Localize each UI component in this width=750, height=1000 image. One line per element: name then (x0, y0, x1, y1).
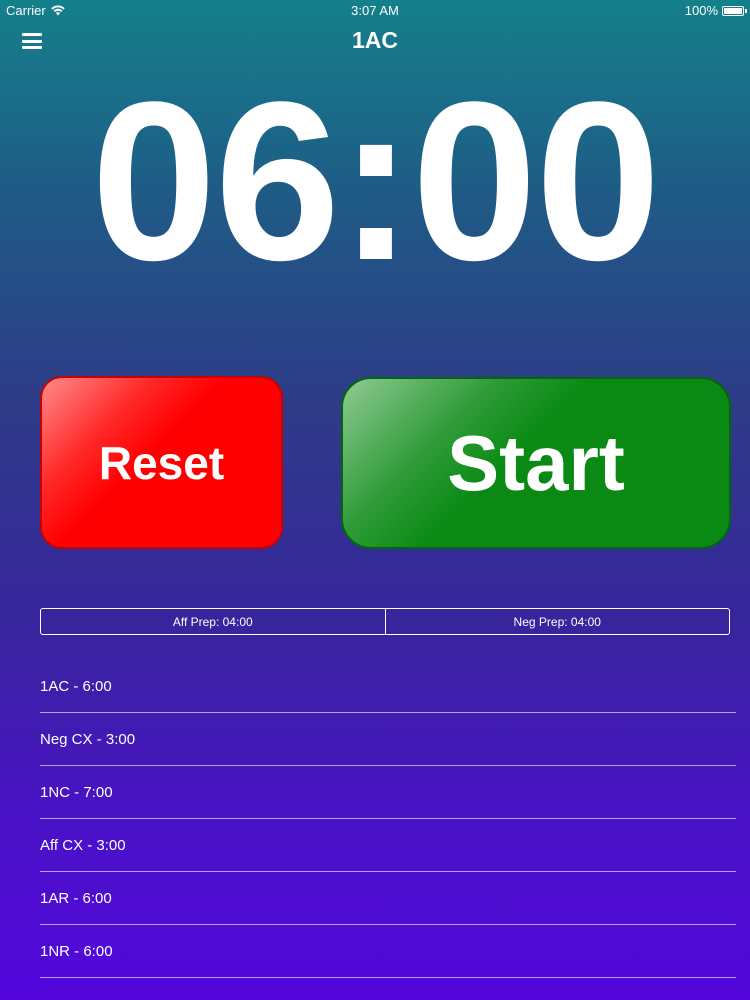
speech-list: 1AC - 6:00 Neg CX - 3:00 1NC - 7:00 Aff … (40, 660, 736, 978)
speech-item-1nr[interactable]: 1NR - 6:00 (40, 925, 736, 978)
neg-prep-segment[interactable]: Neg Prep: 04:00 (384, 609, 730, 634)
speech-item-aff-cx[interactable]: Aff CX - 3:00 (40, 819, 736, 872)
page-title: 1AC (351, 27, 398, 53)
battery-percent: 100% (684, 3, 718, 18)
status-right: 100% (684, 3, 747, 18)
start-button[interactable]: Start (341, 377, 731, 549)
timer-display: 06:00 (90, 54, 661, 307)
reset-button-label: Reset (98, 436, 225, 489)
status-time: 3:07 AM (351, 3, 399, 18)
status-bar: Carrier 3:07 AM 100% (0, 0, 750, 22)
speech-item-1nc[interactable]: 1NC - 7:00 (40, 766, 736, 819)
speech-item-neg-cx[interactable]: Neg CX - 3:00 (40, 713, 736, 766)
aff-prep-segment[interactable]: Aff Prep: 04:00 (41, 609, 385, 634)
start-button-label: Start (447, 418, 625, 507)
reset-button[interactable]: Reset (40, 376, 283, 549)
speech-item-1ar[interactable]: 1AR - 6:00 (40, 872, 736, 925)
prep-segmented-control: Aff Prep: 04:00 Neg Prep: 04:00 (40, 608, 730, 635)
speech-item-1ac[interactable]: 1AC - 6:00 (40, 660, 736, 713)
battery-fill (724, 7, 742, 14)
battery-icon (722, 5, 747, 16)
